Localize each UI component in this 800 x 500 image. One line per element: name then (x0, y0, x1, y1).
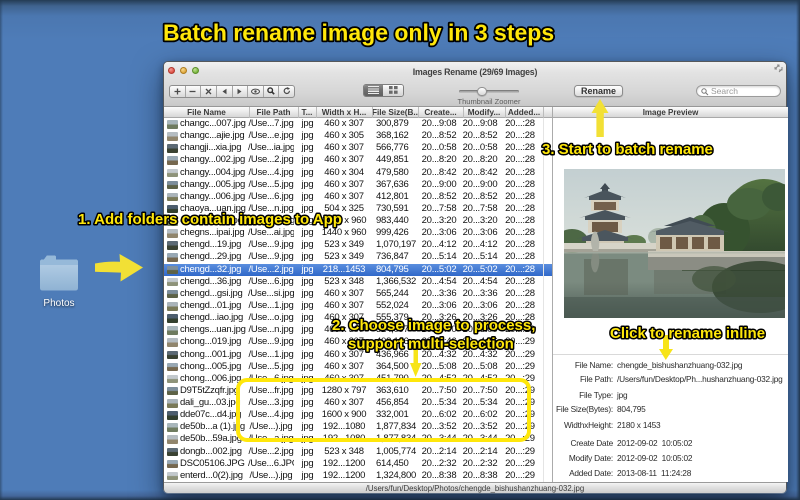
svg-text:2. Choose image to process,: 2. Choose image to process, (332, 317, 535, 334)
svg-text:3. Start to batch rename: 3. Start to batch rename (542, 141, 713, 158)
svg-text:1. Add folders contain images: 1. Add folders contain images to App (78, 211, 342, 228)
svg-text:support multi-selection: support multi-selection (348, 335, 514, 352)
svg-text:Click to rename inline: Click to rename inline (610, 325, 765, 342)
svg-text:Batch rename image only in 3 s: Batch rename image only in 3 steps (163, 20, 554, 46)
